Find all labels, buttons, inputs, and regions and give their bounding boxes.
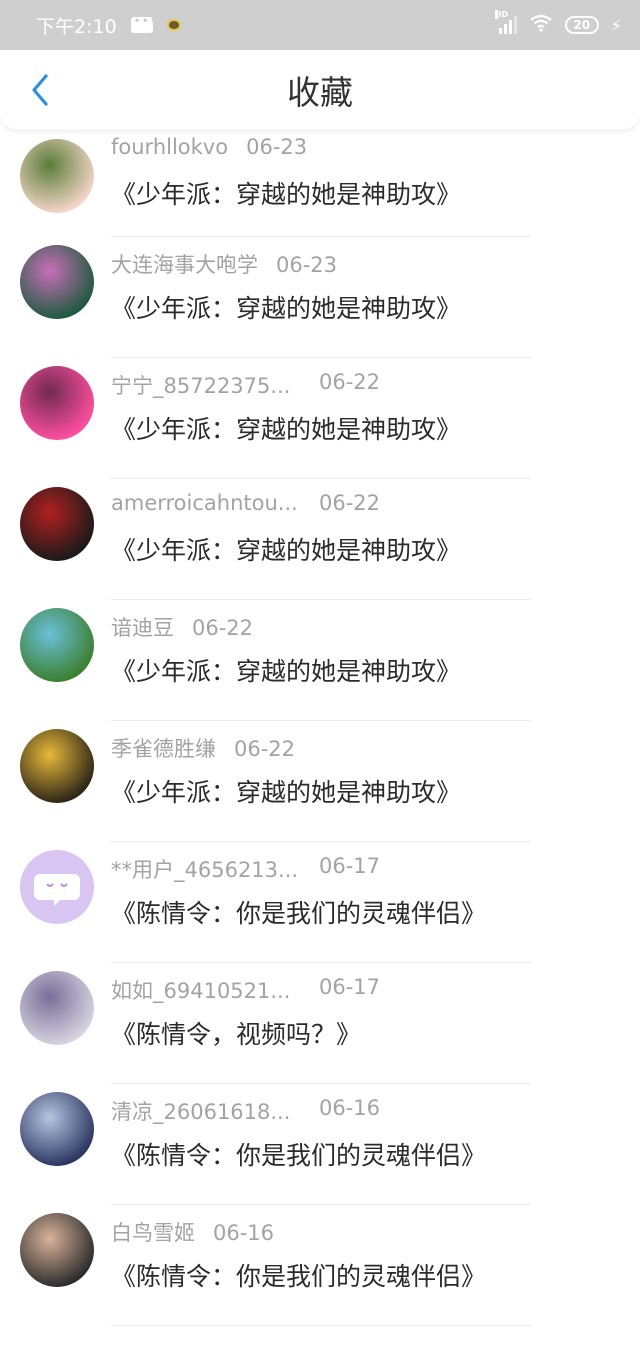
message-notification-icon — [130, 14, 158, 33]
battery-level: 20 — [573, 18, 591, 32]
list-item[interactable]: 清凉_26061618... 06-16 《陈情令：你是我们的灵魂伴侣》 — [20, 1084, 640, 1205]
video-title[interactable]: 《少年派：穿越的她是神助攻》 — [111, 773, 640, 809]
signal-icon: HD — [494, 10, 517, 34]
username[interactable]: amerroicahntou... — [111, 491, 298, 515]
username[interactable]: 宁宁_85722375... — [111, 370, 290, 400]
list-item[interactable]: 宁宁_85722375... 06-22 《少年派：穿越的她是神助攻》 — [20, 358, 640, 479]
list-item[interactable]: 如如_69410521... 06-17 《陈情令，视频吗？》 — [20, 963, 640, 1084]
date: 06-22 — [234, 737, 296, 761]
date: 06-23 — [276, 253, 338, 277]
favorites-list: fourhllokvo 06-23 《少年派：穿越的她是神助攻》 大连海事大咆学 0… — [0, 131, 640, 1326]
list-item[interactable]: 季雀德胜缣 06-22 《少年派：穿越的她是神助攻》 — [20, 721, 640, 842]
divider — [111, 1325, 531, 1326]
avatar[interactable] — [20, 850, 94, 924]
status-bar: 下午2:10 HD 20 ⚡ — [0, 0, 640, 50]
avatar[interactable] — [20, 245, 94, 319]
date: 06-23 — [246, 135, 308, 159]
video-title[interactable]: 《少年派：穿越的她是神助攻》 — [111, 175, 640, 211]
avatar[interactable] — [20, 487, 94, 561]
list-item[interactable]: fourhllokvo 06-23 《少年派：穿越的她是神助攻》 — [20, 131, 640, 237]
charging-icon: ⚡ — [610, 15, 622, 35]
video-title[interactable]: 《少年派：穿越的她是神助攻》 — [111, 289, 640, 325]
video-title[interactable]: 《陈情令：你是我们的灵魂伴侣》 — [111, 894, 640, 930]
username[interactable]: 如如_69410521... — [111, 975, 290, 1005]
video-title[interactable]: 《陈情令，视频吗？》 — [111, 1015, 640, 1051]
avatar[interactable] — [20, 366, 94, 440]
avatar[interactable] — [20, 971, 94, 1045]
app-notification-icon — [166, 19, 181, 31]
date: 06-22 — [319, 491, 381, 515]
page-title: 收藏 — [287, 73, 353, 112]
date: 06-17 — [319, 854, 381, 878]
date: 06-22 — [192, 616, 254, 640]
date: 06-17 — [319, 975, 381, 999]
list-item[interactable]: 白鸟雪姬 06-16 《陈情令：你是我们的灵魂伴侣》 — [20, 1205, 640, 1326]
avatar[interactable] — [20, 729, 94, 803]
date: 06-16 — [319, 1096, 381, 1120]
video-title[interactable]: 《陈情令：你是我们的灵魂伴侣》 — [111, 1257, 640, 1293]
username[interactable]: fourhllokvo — [111, 135, 228, 159]
video-title[interactable]: 《少年派：穿越的她是神助攻》 — [111, 531, 640, 567]
video-title[interactable]: 《少年派：穿越的她是神助攻》 — [111, 652, 640, 688]
avatar[interactable] — [20, 139, 94, 213]
battery-icon: 20 — [564, 16, 599, 34]
wifi-icon — [529, 14, 553, 37]
avatar[interactable] — [20, 608, 94, 682]
avatar[interactable] — [20, 1092, 94, 1166]
username[interactable]: 谙迪豆 — [111, 612, 174, 642]
username[interactable]: 季雀德胜缣 — [111, 733, 216, 763]
date: 06-16 — [213, 1221, 275, 1245]
chevron-left-icon — [32, 74, 48, 106]
username[interactable]: 清凉_26061618... — [111, 1096, 290, 1126]
list-item[interactable]: 谙迪豆 06-22 《少年派：穿越的她是神助攻》 — [20, 600, 640, 721]
username[interactable]: 白鸟雪姬 — [111, 1217, 195, 1247]
list-item[interactable]: amerroicahntou... 06-22 《少年派：穿越的她是神助攻》 — [20, 479, 640, 600]
date: 06-22 — [319, 370, 381, 394]
video-title[interactable]: 《少年派：穿越的她是神助攻》 — [111, 410, 640, 446]
list-item[interactable]: **用户_4656213... 06-17 《陈情令：你是我们的灵魂伴侣》 — [20, 842, 640, 963]
chat-bubble-icon — [20, 850, 94, 924]
avatar[interactable] — [20, 1213, 94, 1287]
list-item[interactable]: 大连海事大咆学 06-23 《少年派：穿越的她是神助攻》 — [20, 237, 640, 358]
video-title[interactable]: 《陈情令：你是我们的灵魂伴侣》 — [111, 1136, 640, 1172]
username[interactable]: 大连海事大咆学 — [111, 249, 258, 279]
back-button[interactable] — [20, 68, 60, 112]
username[interactable]: **用户_4656213... — [111, 854, 298, 884]
status-time: 下午2:10 — [36, 15, 117, 38]
nav-bar: 收藏 — [0, 50, 640, 131]
